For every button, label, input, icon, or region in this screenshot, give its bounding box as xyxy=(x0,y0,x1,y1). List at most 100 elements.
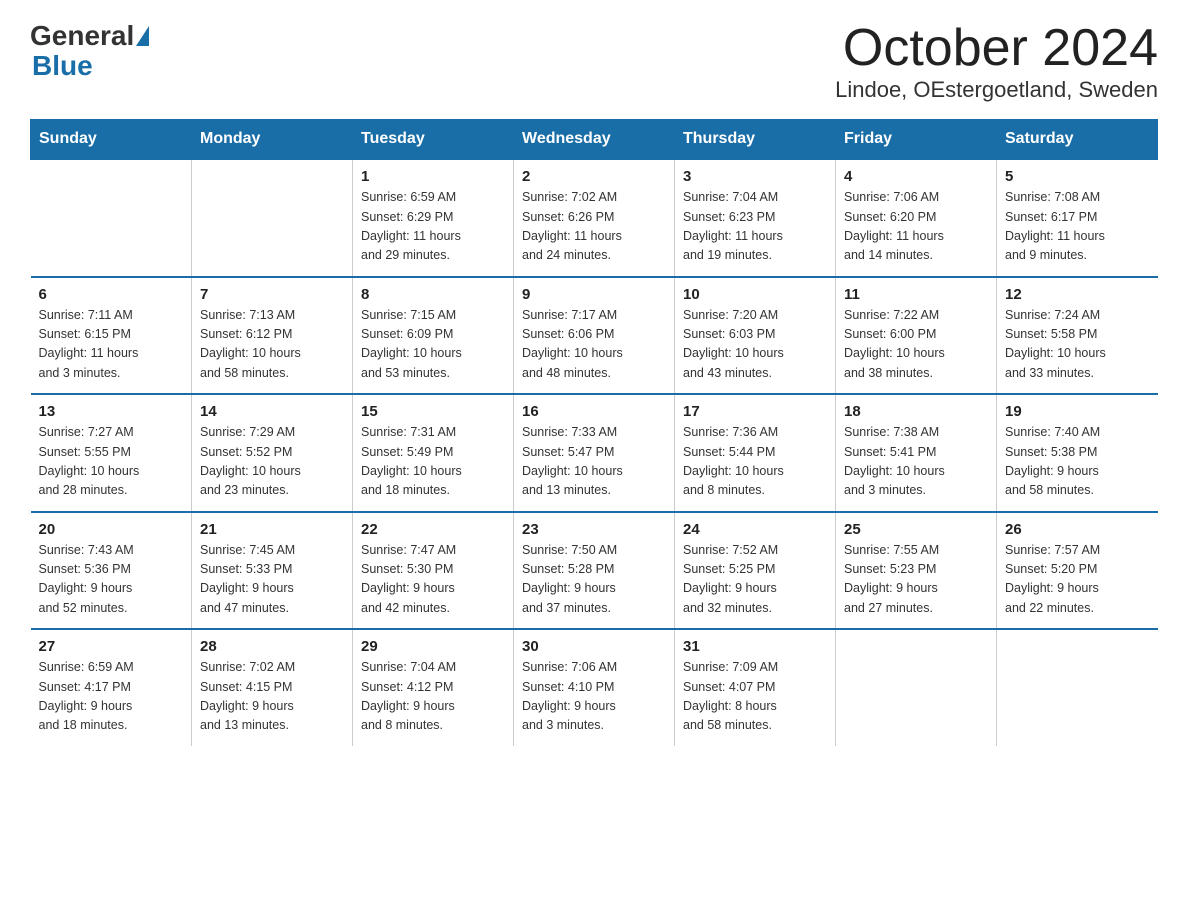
day-of-week-header: Monday xyxy=(192,120,353,160)
day-of-week-header: Saturday xyxy=(997,120,1158,160)
calendar-day-cell: 6 Sunrise: 7:11 AM Sunset: 6:15 PM Daylig… xyxy=(31,277,192,395)
calendar-day-cell: 17Sunrise: 7:36 AM Sunset: 5:44 PM Dayli… xyxy=(675,394,836,512)
day-number: 12 xyxy=(1005,286,1150,303)
day-number: 3 xyxy=(683,168,827,185)
day-number: 11 xyxy=(844,286,988,303)
calendar-day-cell: 26 Sunrise: 7:57 AM Sunset: 5:20 PM Dayli… xyxy=(997,512,1158,630)
day-info: Sunrise: 7:27 AM Sunset: 5:55 PM Dayligh… xyxy=(39,423,184,501)
day-info: Sunrise: 7:06 AM Sunset: 4:10 PM Dayligh… xyxy=(522,658,666,736)
day-info: Sunrise: 7:13 AM Sunset: 6:12 PM Dayligh… xyxy=(200,306,344,384)
day-info: Sunrise: 7:04 AM Sunset: 6:23 PM Dayligh… xyxy=(683,188,827,266)
calendar-week-row: 6 Sunrise: 7:11 AM Sunset: 6:15 PM Daylig… xyxy=(31,277,1158,395)
calendar-day-cell: 29Sunrise: 7:04 AM Sunset: 4:12 PM Dayli… xyxy=(353,629,514,746)
calendar-day-cell: 31 Sunrise: 7:09 AM Sunset: 4:07 PM Dayli… xyxy=(675,629,836,746)
calendar-day-cell: 4 Sunrise: 7:06 AM Sunset: 6:20 PM Daylig… xyxy=(836,159,997,277)
logo-general-text: General xyxy=(30,20,134,52)
day-info: Sunrise: 7:09 AM Sunset: 4:07 PM Dayligh… xyxy=(683,658,827,736)
calendar-day-cell: 24 Sunrise: 7:52 AM Sunset: 5:25 PM Dayli… xyxy=(675,512,836,630)
day-info: Sunrise: 7:29 AM Sunset: 5:52 PM Dayligh… xyxy=(200,423,344,501)
day-number: 25 xyxy=(844,521,988,538)
calendar-day-cell: 25 Sunrise: 7:55 AM Sunset: 5:23 PM Dayli… xyxy=(836,512,997,630)
calendar-day-cell: 16 Sunrise: 7:33 AM Sunset: 5:47 PM Dayli… xyxy=(514,394,675,512)
day-info: Sunrise: 7:11 AM Sunset: 6:15 PM Dayligh… xyxy=(39,306,184,384)
day-info: Sunrise: 7:50 AM Sunset: 5:28 PM Dayligh… xyxy=(522,541,666,619)
page-header: General Blue October 2024 Lindoe, OEster… xyxy=(30,20,1158,103)
location-subtitle: Lindoe, OEstergoetland, Sweden xyxy=(835,77,1158,103)
day-number: 9 xyxy=(522,286,666,303)
logo-triangle-icon xyxy=(136,26,149,46)
day-info: Sunrise: 7:43 AM Sunset: 5:36 PM Dayligh… xyxy=(39,541,184,619)
day-number: 1 xyxy=(361,168,505,185)
calendar-week-row: 27 Sunrise: 6:59 AM Sunset: 4:17 PM Dayli… xyxy=(31,629,1158,746)
day-number: 18 xyxy=(844,403,988,420)
day-number: 17 xyxy=(683,403,827,420)
day-number: 22 xyxy=(361,521,505,538)
month-title: October 2024 xyxy=(835,20,1158,77)
day-info: Sunrise: 7:52 AM Sunset: 5:25 PM Dayligh… xyxy=(683,541,827,619)
logo-blue-text: Blue xyxy=(32,50,93,81)
day-info: Sunrise: 7:40 AM Sunset: 5:38 PM Dayligh… xyxy=(1005,423,1150,501)
calendar-day-cell: 7Sunrise: 7:13 AM Sunset: 6:12 PM Daylig… xyxy=(192,277,353,395)
day-number: 10 xyxy=(683,286,827,303)
day-number: 28 xyxy=(200,638,344,655)
day-number: 21 xyxy=(200,521,344,538)
calendar-table: SundayMondayTuesdayWednesdayThursdayFrid… xyxy=(30,119,1158,746)
calendar-week-row: 20Sunrise: 7:43 AM Sunset: 5:36 PM Dayli… xyxy=(31,512,1158,630)
day-info: Sunrise: 7:20 AM Sunset: 6:03 PM Dayligh… xyxy=(683,306,827,384)
day-number: 16 xyxy=(522,403,666,420)
calendar-day-cell: 15 Sunrise: 7:31 AM Sunset: 5:49 PM Dayli… xyxy=(353,394,514,512)
day-number: 4 xyxy=(844,168,988,185)
calendar-day-cell: 13 Sunrise: 7:27 AM Sunset: 5:55 PM Dayli… xyxy=(31,394,192,512)
calendar-day-cell: 18Sunrise: 7:38 AM Sunset: 5:41 PM Dayli… xyxy=(836,394,997,512)
day-info: Sunrise: 7:47 AM Sunset: 5:30 PM Dayligh… xyxy=(361,541,505,619)
day-info: Sunrise: 7:45 AM Sunset: 5:33 PM Dayligh… xyxy=(200,541,344,619)
day-number: 2 xyxy=(522,168,666,185)
day-number: 6 xyxy=(39,286,184,303)
day-info: Sunrise: 7:22 AM Sunset: 6:00 PM Dayligh… xyxy=(844,306,988,384)
day-info: Sunrise: 7:04 AM Sunset: 4:12 PM Dayligh… xyxy=(361,658,505,736)
calendar-day-cell: 8 Sunrise: 7:15 AM Sunset: 6:09 PM Daylig… xyxy=(353,277,514,395)
day-info: Sunrise: 7:55 AM Sunset: 5:23 PM Dayligh… xyxy=(844,541,988,619)
day-number: 13 xyxy=(39,403,184,420)
calendar-day-cell: 28 Sunrise: 7:02 AM Sunset: 4:15 PM Dayli… xyxy=(192,629,353,746)
calendar-day-cell: 2Sunrise: 7:02 AM Sunset: 6:26 PM Daylig… xyxy=(514,159,675,277)
day-info: Sunrise: 7:02 AM Sunset: 4:15 PM Dayligh… xyxy=(200,658,344,736)
day-number: 14 xyxy=(200,403,344,420)
day-number: 23 xyxy=(522,521,666,538)
day-number: 30 xyxy=(522,638,666,655)
day-number: 15 xyxy=(361,403,505,420)
day-of-week-header: Sunday xyxy=(31,120,192,160)
day-info: Sunrise: 7:06 AM Sunset: 6:20 PM Dayligh… xyxy=(844,188,988,266)
calendar-day-cell xyxy=(836,629,997,746)
calendar-day-cell: 27 Sunrise: 6:59 AM Sunset: 4:17 PM Dayli… xyxy=(31,629,192,746)
day-info: Sunrise: 7:17 AM Sunset: 6:06 PM Dayligh… xyxy=(522,306,666,384)
day-of-week-header: Thursday xyxy=(675,120,836,160)
calendar-day-cell xyxy=(192,159,353,277)
calendar-day-cell xyxy=(997,629,1158,746)
calendar-day-cell: 23 Sunrise: 7:50 AM Sunset: 5:28 PM Dayli… xyxy=(514,512,675,630)
day-of-week-header: Tuesday xyxy=(353,120,514,160)
day-number: 24 xyxy=(683,521,827,538)
day-info: Sunrise: 7:15 AM Sunset: 6:09 PM Dayligh… xyxy=(361,306,505,384)
day-number: 27 xyxy=(39,638,184,655)
logo-area: General Blue xyxy=(30,20,151,82)
calendar-day-cell: 22 Sunrise: 7:47 AM Sunset: 5:30 PM Dayli… xyxy=(353,512,514,630)
day-info: Sunrise: 7:08 AM Sunset: 6:17 PM Dayligh… xyxy=(1005,188,1150,266)
calendar-day-cell: 30 Sunrise: 7:06 AM Sunset: 4:10 PM Dayli… xyxy=(514,629,675,746)
calendar-day-cell: 11 Sunrise: 7:22 AM Sunset: 6:00 PM Dayli… xyxy=(836,277,997,395)
title-area: October 2024 Lindoe, OEstergoetland, Swe… xyxy=(835,20,1158,103)
day-info: Sunrise: 6:59 AM Sunset: 4:17 PM Dayligh… xyxy=(39,658,184,736)
calendar-day-cell: 20Sunrise: 7:43 AM Sunset: 5:36 PM Dayli… xyxy=(31,512,192,630)
calendar-week-row: 1Sunrise: 6:59 AM Sunset: 6:29 PM Daylig… xyxy=(31,159,1158,277)
calendar-header-row: SundayMondayTuesdayWednesdayThursdayFrid… xyxy=(31,120,1158,160)
calendar-day-cell xyxy=(31,159,192,277)
day-number: 31 xyxy=(683,638,827,655)
day-number: 26 xyxy=(1005,521,1150,538)
day-number: 8 xyxy=(361,286,505,303)
day-info: Sunrise: 7:33 AM Sunset: 5:47 PM Dayligh… xyxy=(522,423,666,501)
day-info: Sunrise: 7:57 AM Sunset: 5:20 PM Dayligh… xyxy=(1005,541,1150,619)
day-of-week-header: Friday xyxy=(836,120,997,160)
day-info: Sunrise: 7:24 AM Sunset: 5:58 PM Dayligh… xyxy=(1005,306,1150,384)
day-info: Sunrise: 7:31 AM Sunset: 5:49 PM Dayligh… xyxy=(361,423,505,501)
calendar-day-cell: 12 Sunrise: 7:24 AM Sunset: 5:58 PM Dayli… xyxy=(997,277,1158,395)
